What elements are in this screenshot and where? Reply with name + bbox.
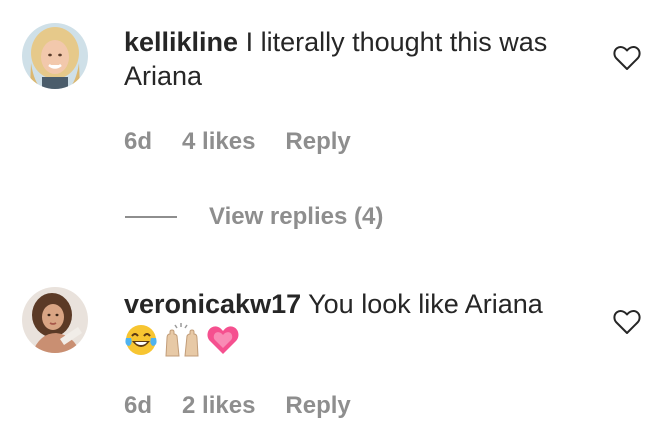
reply-button[interactable]: Reply: [285, 128, 350, 156]
comment-text: veronicakw17 You look like Ariana: [124, 287, 604, 321]
view-replies-button[interactable]: View replies (4): [209, 203, 383, 231]
comment-meta: 6d 4 likes Reply: [124, 128, 351, 156]
avatar-photo-icon: [22, 287, 88, 353]
likes-count[interactable]: 4 likes: [182, 128, 255, 156]
username-link[interactable]: kellikline: [124, 27, 238, 57]
timestamp[interactable]: 6d: [124, 392, 152, 420]
face-with-tears-of-joy-icon: [125, 325, 157, 355]
comment-body-line2: Ariana: [124, 61, 203, 91]
raising-hands-icon: [165, 323, 199, 357]
avatar-photo-icon: [22, 23, 88, 89]
avatar[interactable]: [22, 287, 88, 353]
reply-button[interactable]: Reply: [285, 392, 350, 420]
heart-icon[interactable]: [613, 45, 641, 71]
comment-body: You look like Ariana: [308, 289, 543, 319]
username-link[interactable]: veronicakw17: [124, 289, 301, 319]
heart-icon[interactable]: [613, 309, 641, 335]
replies-divider: [125, 216, 177, 218]
avatar[interactable]: [22, 23, 88, 89]
comment-text: kellikline I literally thought this was …: [124, 25, 604, 93]
comment-body-line1: I literally thought this was: [245, 27, 548, 57]
likes-count[interactable]: 2 likes: [182, 392, 255, 420]
growing-heart-icon: [207, 326, 239, 354]
comment-meta: 6d 2 likes Reply: [124, 392, 351, 420]
emoji-row: [124, 322, 240, 358]
timestamp[interactable]: 6d: [124, 128, 152, 156]
view-replies-row[interactable]: View replies (4): [125, 203, 383, 231]
